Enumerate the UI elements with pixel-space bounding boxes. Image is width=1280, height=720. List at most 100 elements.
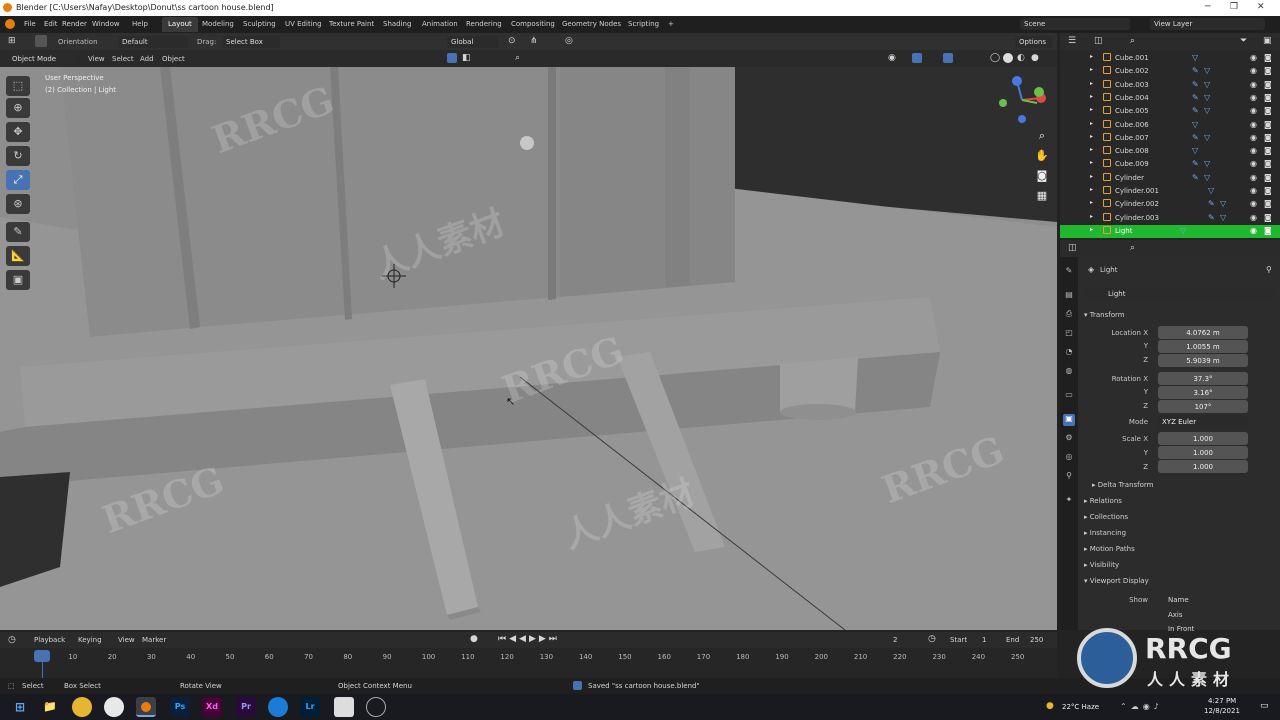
constraint-tab-icon[interactable]: ⚲ bbox=[1063, 471, 1075, 483]
tab-texture-paint[interactable]: Texture Paint bbox=[323, 17, 380, 32]
view-layer-selector[interactable]: View Layer bbox=[1150, 18, 1265, 30]
start-frame[interactable]: 1 bbox=[982, 636, 986, 644]
mesh-data-icon[interactable]: ▽ bbox=[1204, 133, 1210, 142]
current-frame[interactable]: 2 bbox=[893, 636, 897, 644]
outliner-row[interactable]: ▸ Light ◉ ◙ ▽ bbox=[1060, 224, 1280, 238]
cursor-tool-icon[interactable]: ⊕ bbox=[6, 98, 30, 118]
collections-header[interactable]: ▸ Collections bbox=[1084, 513, 1128, 521]
rendered-shading-icon[interactable]: ● bbox=[1031, 53, 1039, 63]
tab-compositing[interactable]: Compositing bbox=[505, 17, 561, 32]
close-icon[interactable]: ✕ bbox=[1257, 2, 1265, 12]
outliner-row[interactable]: ▸ Cylinder.003 ◉ ◙ ✎ ▽ bbox=[1060, 212, 1280, 225]
menu-help[interactable]: Help bbox=[132, 20, 148, 28]
end-frame[interactable]: 250 bbox=[1030, 636, 1043, 644]
outliner-row[interactable]: ▸ Cylinder.001 ◉ ◙ ▽ bbox=[1060, 185, 1280, 198]
scale-tool-icon[interactable]: ⤢ bbox=[6, 170, 30, 190]
outliner-row[interactable]: ▸ Cube.007 ◉ ◙ ✎ ▽ bbox=[1060, 132, 1280, 145]
eye-icon[interactable]: ◉ bbox=[1250, 213, 1257, 222]
eye-icon[interactable]: ◉ bbox=[1250, 173, 1257, 182]
object-tab-icon[interactable]: ▣ bbox=[1063, 414, 1075, 426]
tab-animation[interactable]: Animation bbox=[416, 17, 464, 32]
chrome-icon[interactable] bbox=[72, 697, 92, 717]
app-icon[interactable] bbox=[104, 697, 124, 717]
mesh-data-icon[interactable]: ▽ bbox=[1204, 93, 1210, 102]
camera-view-icon[interactable]: ◙ bbox=[1033, 169, 1051, 187]
mesh-data-icon[interactable]: ▽ bbox=[1180, 226, 1186, 235]
rotation-mode-dropdown[interactable]: XYZ Euler bbox=[1158, 415, 1248, 428]
camera-icon[interactable]: ◙ bbox=[1264, 159, 1272, 168]
world-tab-icon[interactable]: ◍ bbox=[1063, 366, 1075, 378]
modifier-icon[interactable]: ✎ bbox=[1208, 213, 1215, 222]
tab-sculpting[interactable]: Sculpting bbox=[237, 17, 282, 32]
timeline[interactable]: 210 20 30 40 50 60 70 80 90 100 110 120 130 140 150 160… bbox=[0, 648, 1057, 678]
camera-icon[interactable]: ◙ bbox=[1264, 146, 1272, 155]
mesh-data-icon[interactable]: ▽ bbox=[1192, 120, 1198, 129]
expand-arrow-icon[interactable]: ▸ bbox=[1090, 120, 1093, 127]
camera-icon[interactable]: ◙ bbox=[1264, 106, 1272, 115]
expand-arrow-icon[interactable]: ▸ bbox=[1090, 53, 1093, 60]
rotation-z-field[interactable]: 107° bbox=[1158, 400, 1248, 413]
modifier-icon[interactable]: ✎ bbox=[1192, 93, 1199, 102]
pivot-icon[interactable]: ⊙ bbox=[508, 36, 516, 46]
outliner-search-icon[interactable]: ⌕ bbox=[1130, 36, 1135, 46]
drag-dropdown[interactable]: Select Box bbox=[222, 36, 280, 48]
transform-tool-icon[interactable]: ⊛ bbox=[6, 194, 30, 214]
mesh-data-icon[interactable]: ▽ bbox=[1220, 199, 1226, 208]
mesh-data-icon[interactable]: ▽ bbox=[1192, 53, 1198, 62]
mesh-data-icon[interactable]: ▽ bbox=[1204, 106, 1210, 115]
display-mode-icon[interactable]: ◫ bbox=[1094, 36, 1103, 46]
eye-icon[interactable]: ◉ bbox=[1250, 226, 1257, 235]
record-icon[interactable]: ● bbox=[470, 634, 478, 644]
proportional-edit-icon[interactable]: ◎ bbox=[565, 36, 573, 46]
gizmo-toggle-icon[interactable] bbox=[912, 53, 922, 63]
location-x-field[interactable]: 4.0762 m bbox=[1158, 326, 1248, 339]
render-tab-icon[interactable]: ▤ bbox=[1063, 290, 1075, 302]
add-cube-tool-icon[interactable]: ▣ bbox=[6, 270, 30, 290]
viewer-icon[interactable] bbox=[334, 697, 354, 717]
mesh-data-icon[interactable]: ▽ bbox=[1220, 213, 1226, 222]
snap-icon[interactable]: ⋔ bbox=[530, 36, 538, 46]
menu-object[interactable]: Object bbox=[162, 55, 185, 63]
camera-icon[interactable]: ◙ bbox=[1264, 120, 1272, 129]
eye-icon[interactable]: ◉ bbox=[1250, 66, 1257, 75]
tab-scripting[interactable]: Scripting bbox=[622, 17, 665, 32]
menu-add[interactable]: Add bbox=[140, 55, 154, 63]
eye-icon[interactable]: ◉ bbox=[1250, 146, 1257, 155]
expand-arrow-icon[interactable]: ▸ bbox=[1090, 80, 1093, 87]
object-name-field[interactable]: Light bbox=[1084, 288, 1274, 300]
eye-icon[interactable]: ◉ bbox=[1250, 120, 1257, 129]
grid-view-icon[interactable]: ▦ bbox=[1033, 189, 1051, 207]
zoom-icon[interactable]: ⌕ bbox=[1033, 129, 1051, 147]
tab-modeling[interactable]: Modeling bbox=[196, 17, 240, 32]
outliner-row[interactable]: ▸ Cube.009 ◉ ◙ ✎ ▽ bbox=[1060, 158, 1280, 171]
tab-geometry-nodes[interactable]: Geometry Nodes bbox=[556, 17, 627, 32]
output-tab-icon[interactable]: ⎙ bbox=[1063, 309, 1075, 321]
expand-arrow-icon[interactable]: ▸ bbox=[1090, 146, 1093, 153]
properties-search-icon[interactable]: ⌕ bbox=[1130, 243, 1135, 253]
marker-menu[interactable]: Marker bbox=[142, 636, 166, 644]
weather-text[interactable]: 22°C Haze bbox=[1062, 703, 1099, 711]
measure-tool-icon[interactable]: 📐 bbox=[6, 246, 30, 266]
outliner-row[interactable]: ▸ Cylinder ◉ ◙ ✎ ▽ bbox=[1060, 172, 1280, 185]
clock-date[interactable]: 12/8/2021 bbox=[1204, 707, 1240, 715]
start-button-icon[interactable]: ⊞ bbox=[10, 697, 30, 717]
menu-edit[interactable]: Edit bbox=[44, 20, 58, 28]
viewport-display-header[interactable]: ▾ Viewport Display bbox=[1084, 577, 1149, 585]
blender-taskbar-icon[interactable] bbox=[136, 697, 156, 717]
mesh-data-icon[interactable]: ▽ bbox=[1204, 80, 1210, 89]
camera-icon[interactable]: ◙ bbox=[1264, 53, 1272, 62]
eye-icon[interactable]: ◉ bbox=[1250, 80, 1257, 89]
tab-layout[interactable]: Layout bbox=[162, 17, 198, 32]
playhead[interactable] bbox=[34, 650, 50, 662]
eye-icon[interactable]: ◉ bbox=[1250, 93, 1257, 102]
tool-tab-icon[interactable]: ✎ bbox=[1063, 266, 1075, 278]
camera-icon[interactable]: ◙ bbox=[1264, 173, 1272, 182]
tab-uv-editing[interactable]: UV Editing bbox=[279, 17, 328, 32]
tab-shading[interactable]: Shading bbox=[377, 17, 417, 32]
collection-tab-icon[interactable]: ▭ bbox=[1063, 390, 1075, 402]
notifications-icon[interactable]: ▭ bbox=[1260, 701, 1269, 711]
view-layer-tab-icon[interactable]: ◰ bbox=[1063, 328, 1075, 340]
scale-z-field[interactable]: 1.000 bbox=[1158, 460, 1248, 473]
rotate-tool-icon[interactable]: ↻ bbox=[6, 146, 30, 166]
playback-menu[interactable]: Playback bbox=[34, 636, 65, 644]
